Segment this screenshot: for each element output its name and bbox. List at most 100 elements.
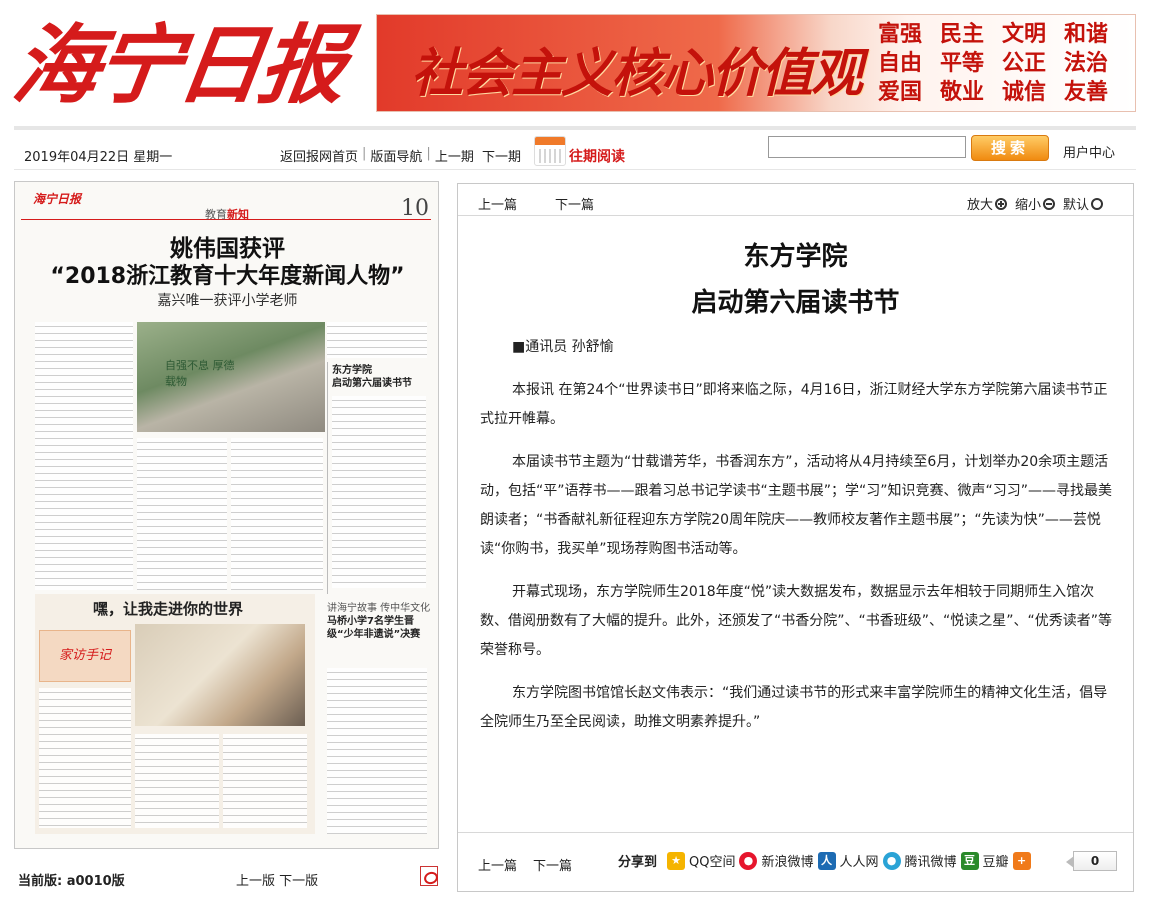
font-zoom: 放大 缩小 默认 — [967, 194, 1103, 213]
text-column — [35, 322, 133, 590]
plus-circle-icon — [994, 197, 1007, 210]
page-section: 教育新知 — [205, 208, 249, 221]
tencent-weibo-icon[interactable]: ● — [882, 851, 901, 870]
text-column — [223, 734, 307, 828]
weibo-icon[interactable]: ● — [739, 851, 758, 870]
zoom-in-button[interactable]: 放大 — [967, 194, 1007, 213]
search-input[interactable] — [768, 136, 966, 158]
article-panel: 上一篇 下一篇 放大 缩小 默认 东方学院 启动第六届读书节 ■通讯员 孙舒愉 … — [457, 183, 1134, 892]
more-share-icon[interactable]: + — [1012, 851, 1031, 870]
next-issue-link[interactable]: 下一期 — [482, 146, 521, 165]
related-article-box[interactable]: 讲海宁故事 传中华文化 马桥小学7名学生晋级“少年非遗说”决赛 — [327, 602, 431, 662]
banner-word: 和谐 — [1063, 22, 1108, 47]
zoom-out-button[interactable]: 缩小 — [1015, 194, 1055, 213]
share-label: 分享到 — [618, 855, 658, 870]
calendar-icon[interactable] — [534, 136, 566, 166]
search-button[interactable]: 搜索 — [971, 135, 1049, 161]
home-visit-section[interactable]: 嘿，让我走进你的世界 家访手记 — [35, 594, 315, 834]
article-paragraph: 本届读书节主题为“廿载谱芳华，书香润东方”，活动将从4月持续至6月，计划举办20… — [480, 454, 1113, 557]
share-bar: 分享到 ★ QQ空间 ● 新浪微博 人 人人网 ● 腾讯微博 豆 豆瓣 + — [618, 851, 1031, 870]
renren-icon[interactable]: 人 — [817, 851, 836, 870]
page-masthead: 海宁日报 — [33, 192, 82, 206]
prev-issue-link[interactable]: 上一期 — [435, 146, 474, 165]
related-article-title: 东方学院 启动第六届读书节 — [332, 365, 412, 389]
circle-icon — [1091, 197, 1103, 210]
qzone-icon[interactable]: ★ — [667, 851, 686, 870]
article-nav: 上一篇 下一篇 — [478, 194, 594, 213]
share-renren[interactable]: 人人网 — [840, 851, 879, 870]
banner-word: 富强 — [877, 22, 922, 47]
page-subhead: 嘉兴唯一获评小学老师 — [157, 293, 298, 309]
article-title-line2: 启动第六届读书节 — [691, 288, 900, 318]
related-kicker: 讲海宁故事 传中华文化 — [327, 603, 431, 614]
banner-word: 平等 — [939, 51, 984, 76]
issue-date: 2019年04月22日 星期一 — [24, 150, 173, 165]
banner-word: 自由 — [877, 51, 922, 76]
article-title: 东方学院 — [743, 242, 848, 272]
banner-word: 友善 — [1063, 80, 1108, 105]
page-headline[interactable]: 姚伟国获评 — [15, 234, 438, 264]
zoom-default-label: 默认 — [1062, 198, 1089, 213]
issue-nav: 返回报网首页 | 版面导航 | 上一期 下一期 — [280, 146, 521, 165]
text-column — [135, 734, 219, 828]
newspaper-page-thumbnail[interactable]: 海宁日报 教育新知 10 姚伟国获评 “2018浙江教育十大年度新闻人物” 嘉兴… — [14, 181, 439, 849]
prev-article-link[interactable]: 上一篇 — [478, 855, 517, 874]
page-footer: 当前版: a0010版 上一版 下一版 — [14, 864, 439, 894]
next-article-link[interactable]: 下一篇 — [533, 855, 572, 874]
related-article-title: 马桥小学7名学生晋级“少年非遗说”决赛 — [327, 616, 421, 640]
text-column — [332, 396, 426, 588]
share-count: 0 — [1066, 851, 1117, 871]
next-article-link[interactable]: 下一篇 — [555, 194, 594, 213]
masthead-logo[interactable]: 海宁日报 — [7, 12, 366, 120]
share-tencent-weibo[interactable]: 腾讯微博 — [905, 851, 957, 870]
article-photo — [135, 624, 305, 726]
article-photo — [137, 322, 325, 432]
article-footer: 上一篇 下一篇 分享到 ★ QQ空间 ● 新浪微博 人 人人网 ● 腾讯微博 豆… — [458, 832, 1133, 892]
prev-article-link[interactable]: 上一篇 — [478, 194, 517, 213]
separator: | — [362, 146, 367, 161]
minus-circle-icon — [1042, 197, 1055, 210]
banner-word: 敬业 — [939, 80, 984, 105]
section-title: 嘿，让我走进你的世界 — [93, 600, 244, 618]
banner-word: 诚信 — [1001, 80, 1046, 105]
user-center-link[interactable]: 用户中心 — [1063, 142, 1115, 161]
zoom-default-button[interactable]: 默认 — [1063, 194, 1103, 213]
banner-word: 文明 — [1001, 22, 1046, 47]
article-toolbar: 上一篇 下一篇 放大 缩小 默认 — [458, 184, 1133, 216]
text-column — [327, 668, 427, 834]
layout-nav-link[interactable]: 版面导航 — [370, 146, 422, 165]
text-column — [39, 688, 131, 828]
zoom-in-label: 放大 — [966, 198, 993, 213]
banner-word: 爱国 — [877, 80, 922, 105]
banner-slogan: 社会主义核心价值观 — [411, 43, 863, 104]
page-number: 10 — [401, 196, 429, 221]
article-author: ■通讯员 孙舒愉 — [512, 339, 614, 355]
banner-words: 富强 民主 文明 和谐 自由 平等 公正 法治 爱国 敬业 诚信 友善 — [871, 21, 1115, 106]
home-link[interactable]: 返回报网首页 — [280, 146, 358, 165]
banner-word: 公正 — [1001, 51, 1046, 76]
text-column — [231, 438, 323, 590]
logo-text: 海宁日报 — [6, 15, 350, 116]
pdf-icon[interactable] — [420, 866, 438, 886]
page-nav[interactable]: 上一版 下一版 — [236, 870, 318, 889]
article-body: 本报讯 在第24个“世界读书日”即将来临之际，4月16日，浙江财经大学东方学院第… — [480, 376, 1114, 751]
article-nav-bottom: 上一篇 下一篇 — [478, 855, 572, 874]
banner-word: 民主 — [939, 22, 984, 47]
core-values-banner: 社会主义核心价值观 富强 民主 文明 和谐 自由 平等 公正 法治 爱国 敬业 … — [376, 14, 1136, 112]
banner-word: 法治 — [1063, 51, 1108, 76]
toolbar: 2019年04月22日 星期一 返回报网首页 | 版面导航 | 上一期 下一期 往期… — [14, 126, 1136, 170]
text-column — [137, 438, 227, 590]
douban-icon[interactable]: 豆 — [960, 851, 979, 870]
article-paragraph: 本报讯 在第24个“世界读书日”即将来临之际，4月16日，浙江财经大学东方学院第… — [480, 382, 1108, 427]
article-paragraph: 开幕式现场，东方学院师生2018年度“悦”读大数据发布，数据显示去年相较于同期师… — [480, 584, 1113, 658]
share-douban[interactable]: 豆瓣 — [983, 851, 1009, 870]
zoom-out-label: 缩小 — [1014, 198, 1041, 213]
share-qzone[interactable]: QQ空间 — [689, 851, 735, 870]
archive-link[interactable]: 往期阅读 — [569, 146, 625, 166]
section-tag: 家访手记 — [39, 630, 131, 682]
page-headline-2[interactable]: “2018浙江教育十大年度新闻人物” — [15, 262, 438, 292]
separator: | — [426, 146, 431, 161]
article-paragraph: 东方学院图书馆馆长赵文伟表示：“我们通过读书节的形式来丰富学院师生的精神文化生活… — [480, 685, 1108, 730]
share-weibo[interactable]: 新浪微博 — [761, 851, 813, 870]
related-article-box[interactable]: 东方学院 启动第六届读书节 — [327, 362, 427, 594]
